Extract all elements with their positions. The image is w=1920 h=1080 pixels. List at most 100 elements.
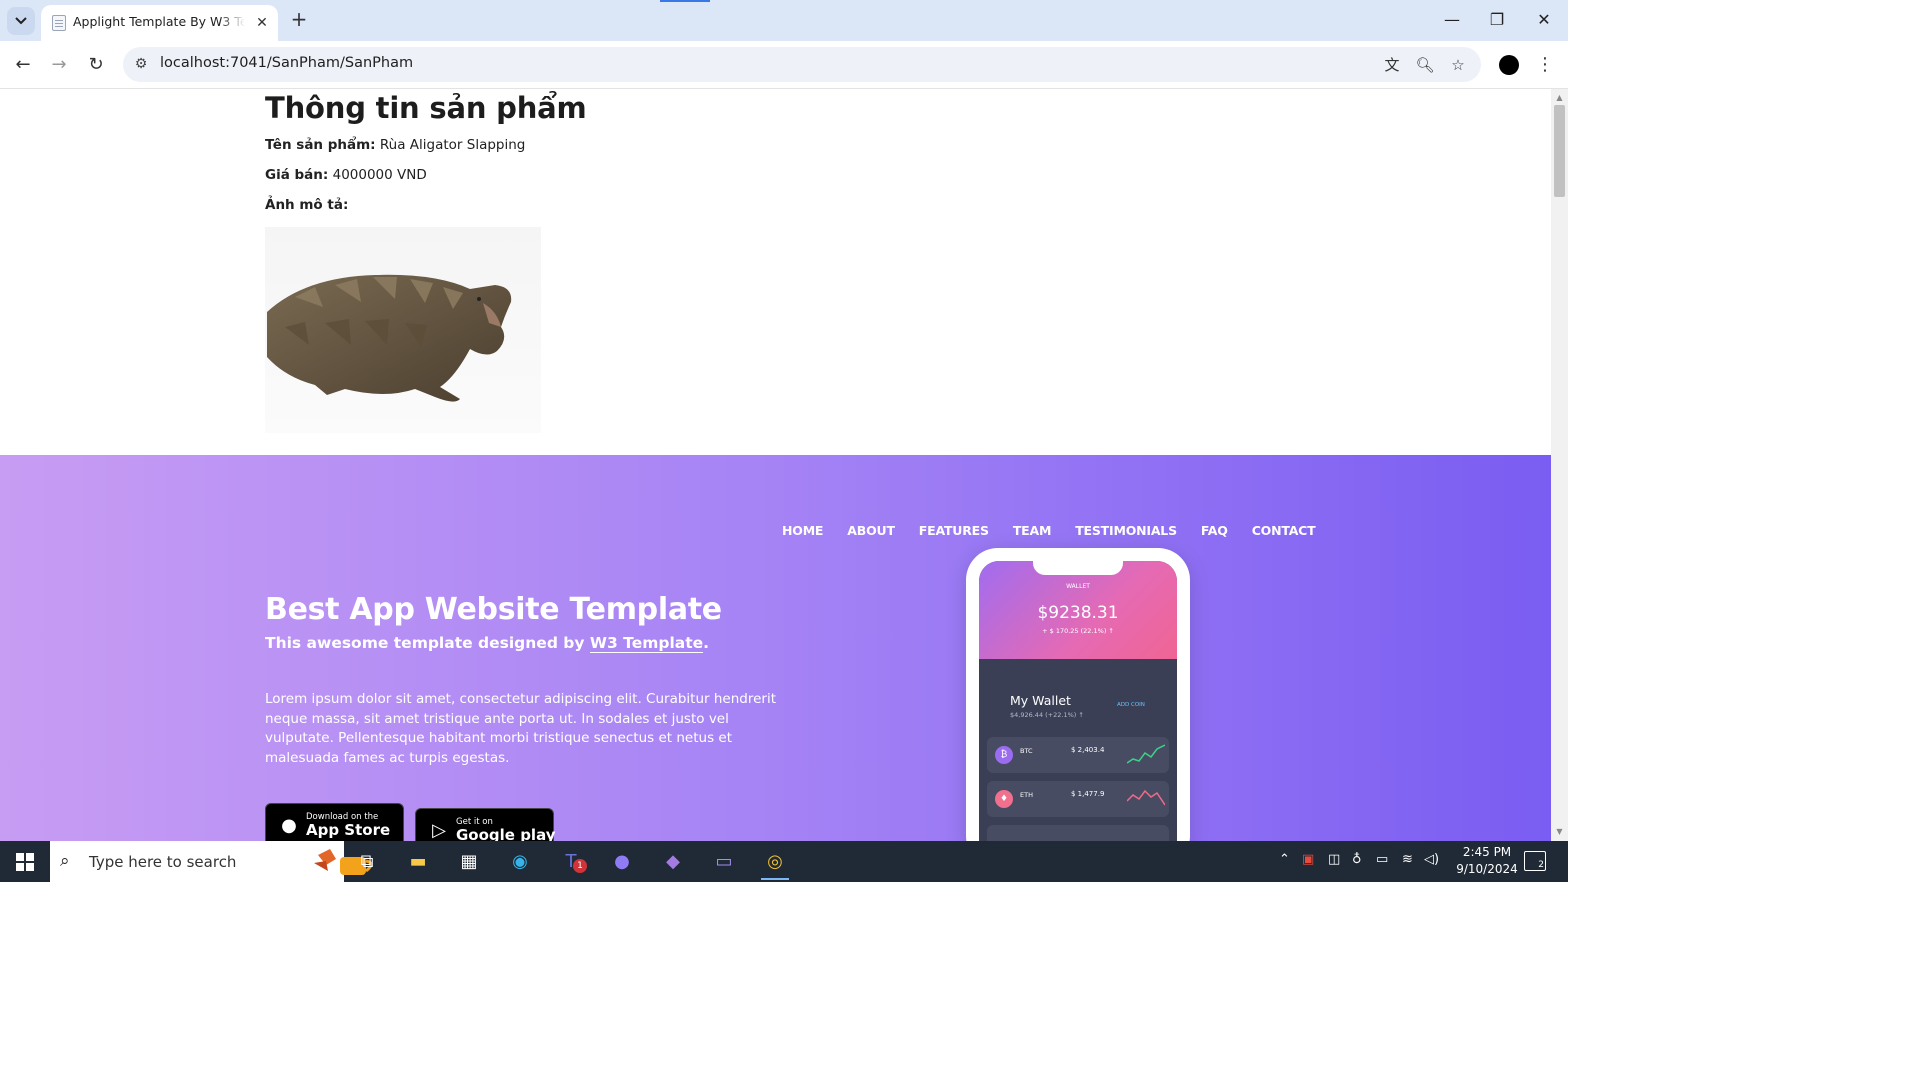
nav-home[interactable]: HOME bbox=[782, 523, 823, 538]
terminal-icon[interactable]: ▭ bbox=[704, 845, 744, 878]
app-store-button[interactable]: ● Download on the App Store bbox=[265, 803, 404, 841]
product-price-row: Giá bán: 4000000 VND bbox=[265, 167, 587, 183]
edge-browser-icon[interactable]: ◉ bbox=[500, 845, 540, 878]
hero-subtitle: This awesome template designed by W3 Tem… bbox=[265, 634, 710, 653]
notification-count: 2 bbox=[1538, 860, 1544, 870]
google-play-button[interactable]: ▷ Get it on Google play bbox=[415, 808, 556, 841]
eth-coin-icon: ♦ bbox=[995, 790, 1013, 808]
nav-faq[interactable]: FAQ bbox=[1201, 523, 1228, 538]
zoom-icon[interactable]: 🔍︎ bbox=[1413, 53, 1437, 77]
forward-button[interactable]: → bbox=[45, 51, 73, 79]
google-play-big-text: Google play bbox=[456, 826, 556, 841]
volume-icon[interactable]: ◁) bbox=[1424, 852, 1439, 867]
product-image bbox=[265, 227, 541, 433]
back-button[interactable]: ← bbox=[9, 51, 37, 79]
visual-studio-icon[interactable]: ◆ bbox=[653, 845, 693, 878]
coin-row-btc: ₿ BTC $ 2,403.4 bbox=[987, 737, 1169, 773]
tab-close-icon[interactable]: ✕ bbox=[252, 13, 272, 33]
wallet-balance: $9238.31 bbox=[1037, 603, 1119, 623]
btc-coin-icon: ₿ bbox=[995, 746, 1013, 764]
reload-button[interactable]: ↻ bbox=[82, 51, 110, 79]
windows-logo-icon bbox=[16, 852, 34, 871]
discord-icon[interactable]: ● bbox=[602, 845, 642, 878]
new-tab-button[interactable]: + bbox=[287, 8, 311, 32]
task-view-icon[interactable]: ⧉ bbox=[347, 845, 387, 878]
vivaldi-tray-icon[interactable]: ▣ bbox=[1302, 852, 1314, 867]
coin-symbol: ETH bbox=[1020, 791, 1033, 799]
search-placeholder: Type here to search bbox=[89, 853, 237, 871]
camera-icon[interactable]: ◫ bbox=[1328, 852, 1340, 867]
translate-icon[interactable]: 文 bbox=[1380, 53, 1404, 77]
btc-sparkline-icon bbox=[1127, 744, 1165, 764]
address-bar[interactable]: ⚙ localhost:7041/SanPham/SanPham 文 🔍︎ ☆ bbox=[123, 47, 1481, 82]
notification-center-icon[interactable]: 2 bbox=[1524, 851, 1546, 871]
start-button[interactable] bbox=[0, 841, 50, 882]
main-nav: HOME ABOUT FEATURES TEAM TESTIMONIALS FA… bbox=[782, 523, 1339, 538]
microsoft-store-icon[interactable]: ▦ bbox=[449, 845, 489, 878]
apple-icon: ● bbox=[281, 815, 297, 836]
product-price-value: 4000000 VND bbox=[332, 167, 427, 183]
site-info-icon[interactable]: ⚙ bbox=[131, 54, 151, 74]
teams-badge: 1 bbox=[573, 859, 587, 873]
my-wallet-sub: $4,926.44 (+22.1%) ↑ bbox=[1010, 711, 1084, 719]
nav-features[interactable]: FEATURES bbox=[919, 523, 989, 538]
nav-about[interactable]: ABOUT bbox=[847, 523, 895, 538]
windows-taskbar: ⌕ Type here to search ⧉ ▬ ▦ ◉ T1 ● ◆ ▭ ◎… bbox=[0, 841, 1568, 882]
browser-tab-active[interactable]: Applight Template By W3 Temp ✕ bbox=[41, 5, 278, 41]
minimize-button[interactable]: — bbox=[1437, 8, 1467, 32]
chevron-down-icon bbox=[15, 17, 27, 25]
tab-search-button[interactable] bbox=[7, 7, 35, 35]
system-clock[interactable]: 2:45 PM 9/10/2024 bbox=[1442, 844, 1532, 878]
battery-icon[interactable]: ▭ bbox=[1376, 852, 1388, 867]
scroll-up-arrow-icon[interactable]: ▲ bbox=[1551, 91, 1568, 105]
scroll-down-arrow-icon[interactable]: ▼ bbox=[1551, 825, 1568, 839]
phone-screen: WALLET $9238.31 + $ 170.25 (22.1%) ↑ My … bbox=[979, 561, 1177, 841]
teams-icon[interactable]: T1 bbox=[551, 845, 591, 878]
eth-sparkline-icon bbox=[1127, 789, 1165, 806]
wallet-balance-change: + $ 170.25 (22.1%) ↑ bbox=[1042, 627, 1114, 635]
bookmark-star-icon[interactable]: ☆ bbox=[1446, 53, 1470, 77]
product-price-label: Giá bán: bbox=[265, 167, 329, 183]
restore-button[interactable]: ❐ bbox=[1482, 8, 1512, 32]
hero-title: Best App Website Template bbox=[265, 592, 722, 627]
product-image-label: Ảnh mô tả: bbox=[265, 197, 349, 213]
play-icon: ▷ bbox=[432, 820, 446, 841]
profile-avatar[interactable] bbox=[1499, 55, 1519, 75]
browser-menu-icon[interactable]: ⋮ bbox=[1535, 51, 1555, 79]
chrome-icon[interactable]: ◎ bbox=[755, 845, 795, 880]
nav-contact[interactable]: CONTACT bbox=[1252, 523, 1316, 538]
turtle-image bbox=[267, 274, 512, 402]
page-favicon-icon bbox=[52, 15, 66, 31]
taskbar-search[interactable]: ⌕ Type here to search bbox=[50, 841, 373, 882]
clock-time: 2:45 PM bbox=[1462, 845, 1512, 859]
wifi-icon[interactable]: ≋ bbox=[1402, 852, 1413, 867]
hero-subtitle-text: This awesome template designed by bbox=[265, 634, 590, 652]
product-name-label: Tên sản phẩm: bbox=[265, 137, 376, 153]
microphone-icon[interactable]: ♁ bbox=[1352, 852, 1362, 867]
scroll-thumb[interactable] bbox=[1554, 105, 1565, 197]
product-image-row: Ảnh mô tả: bbox=[265, 197, 587, 213]
page-viewport: Thông tin sản phẩm Tên sản phẩm: Rùa Ali… bbox=[0, 89, 1551, 841]
nav-team[interactable]: TEAM bbox=[1013, 523, 1052, 538]
hero-body-text: Lorem ipsum dolor sit amet, consectetur … bbox=[265, 691, 777, 766]
tab-title: Applight Template By W3 Temp bbox=[73, 14, 245, 29]
nav-testimonials[interactable]: TESTIMONIALS bbox=[1075, 523, 1177, 538]
my-wallet-title: My Wallet bbox=[1010, 693, 1071, 708]
product-heading: Thông tin sản phẩm bbox=[265, 91, 587, 125]
coin-row-eth: ♦ ETH $ 1,477.9 bbox=[987, 781, 1169, 817]
w3-template-link[interactable]: W3 Template bbox=[589, 634, 704, 653]
coin-row-more bbox=[987, 825, 1169, 841]
page-scrollbar[interactable]: ▲ ▼ bbox=[1551, 89, 1568, 841]
phone-notch bbox=[1033, 561, 1123, 575]
file-explorer-icon[interactable]: ▬ bbox=[398, 845, 438, 878]
coin-value: $ 1,477.9 bbox=[1071, 790, 1105, 798]
add-coin-link: ADD COIN bbox=[1117, 702, 1145, 708]
wallet-header: WALLET $9238.31 + $ 170.25 (22.1%) ↑ bbox=[979, 561, 1177, 659]
product-name-value: Rùa Aligator Slapping bbox=[379, 137, 526, 153]
show-hidden-icons-icon[interactable]: ⌃ bbox=[1279, 852, 1290, 867]
hero-subtitle-period: . bbox=[703, 634, 710, 652]
coin-symbol: BTC bbox=[1020, 747, 1033, 755]
close-window-button[interactable]: ✕ bbox=[1529, 8, 1559, 32]
browser-toolbar: ← → ↻ ⚙ localhost:7041/SanPham/SanPham 文… bbox=[0, 41, 1568, 89]
url-text[interactable]: localhost:7041/SanPham/SanPham bbox=[160, 55, 413, 71]
